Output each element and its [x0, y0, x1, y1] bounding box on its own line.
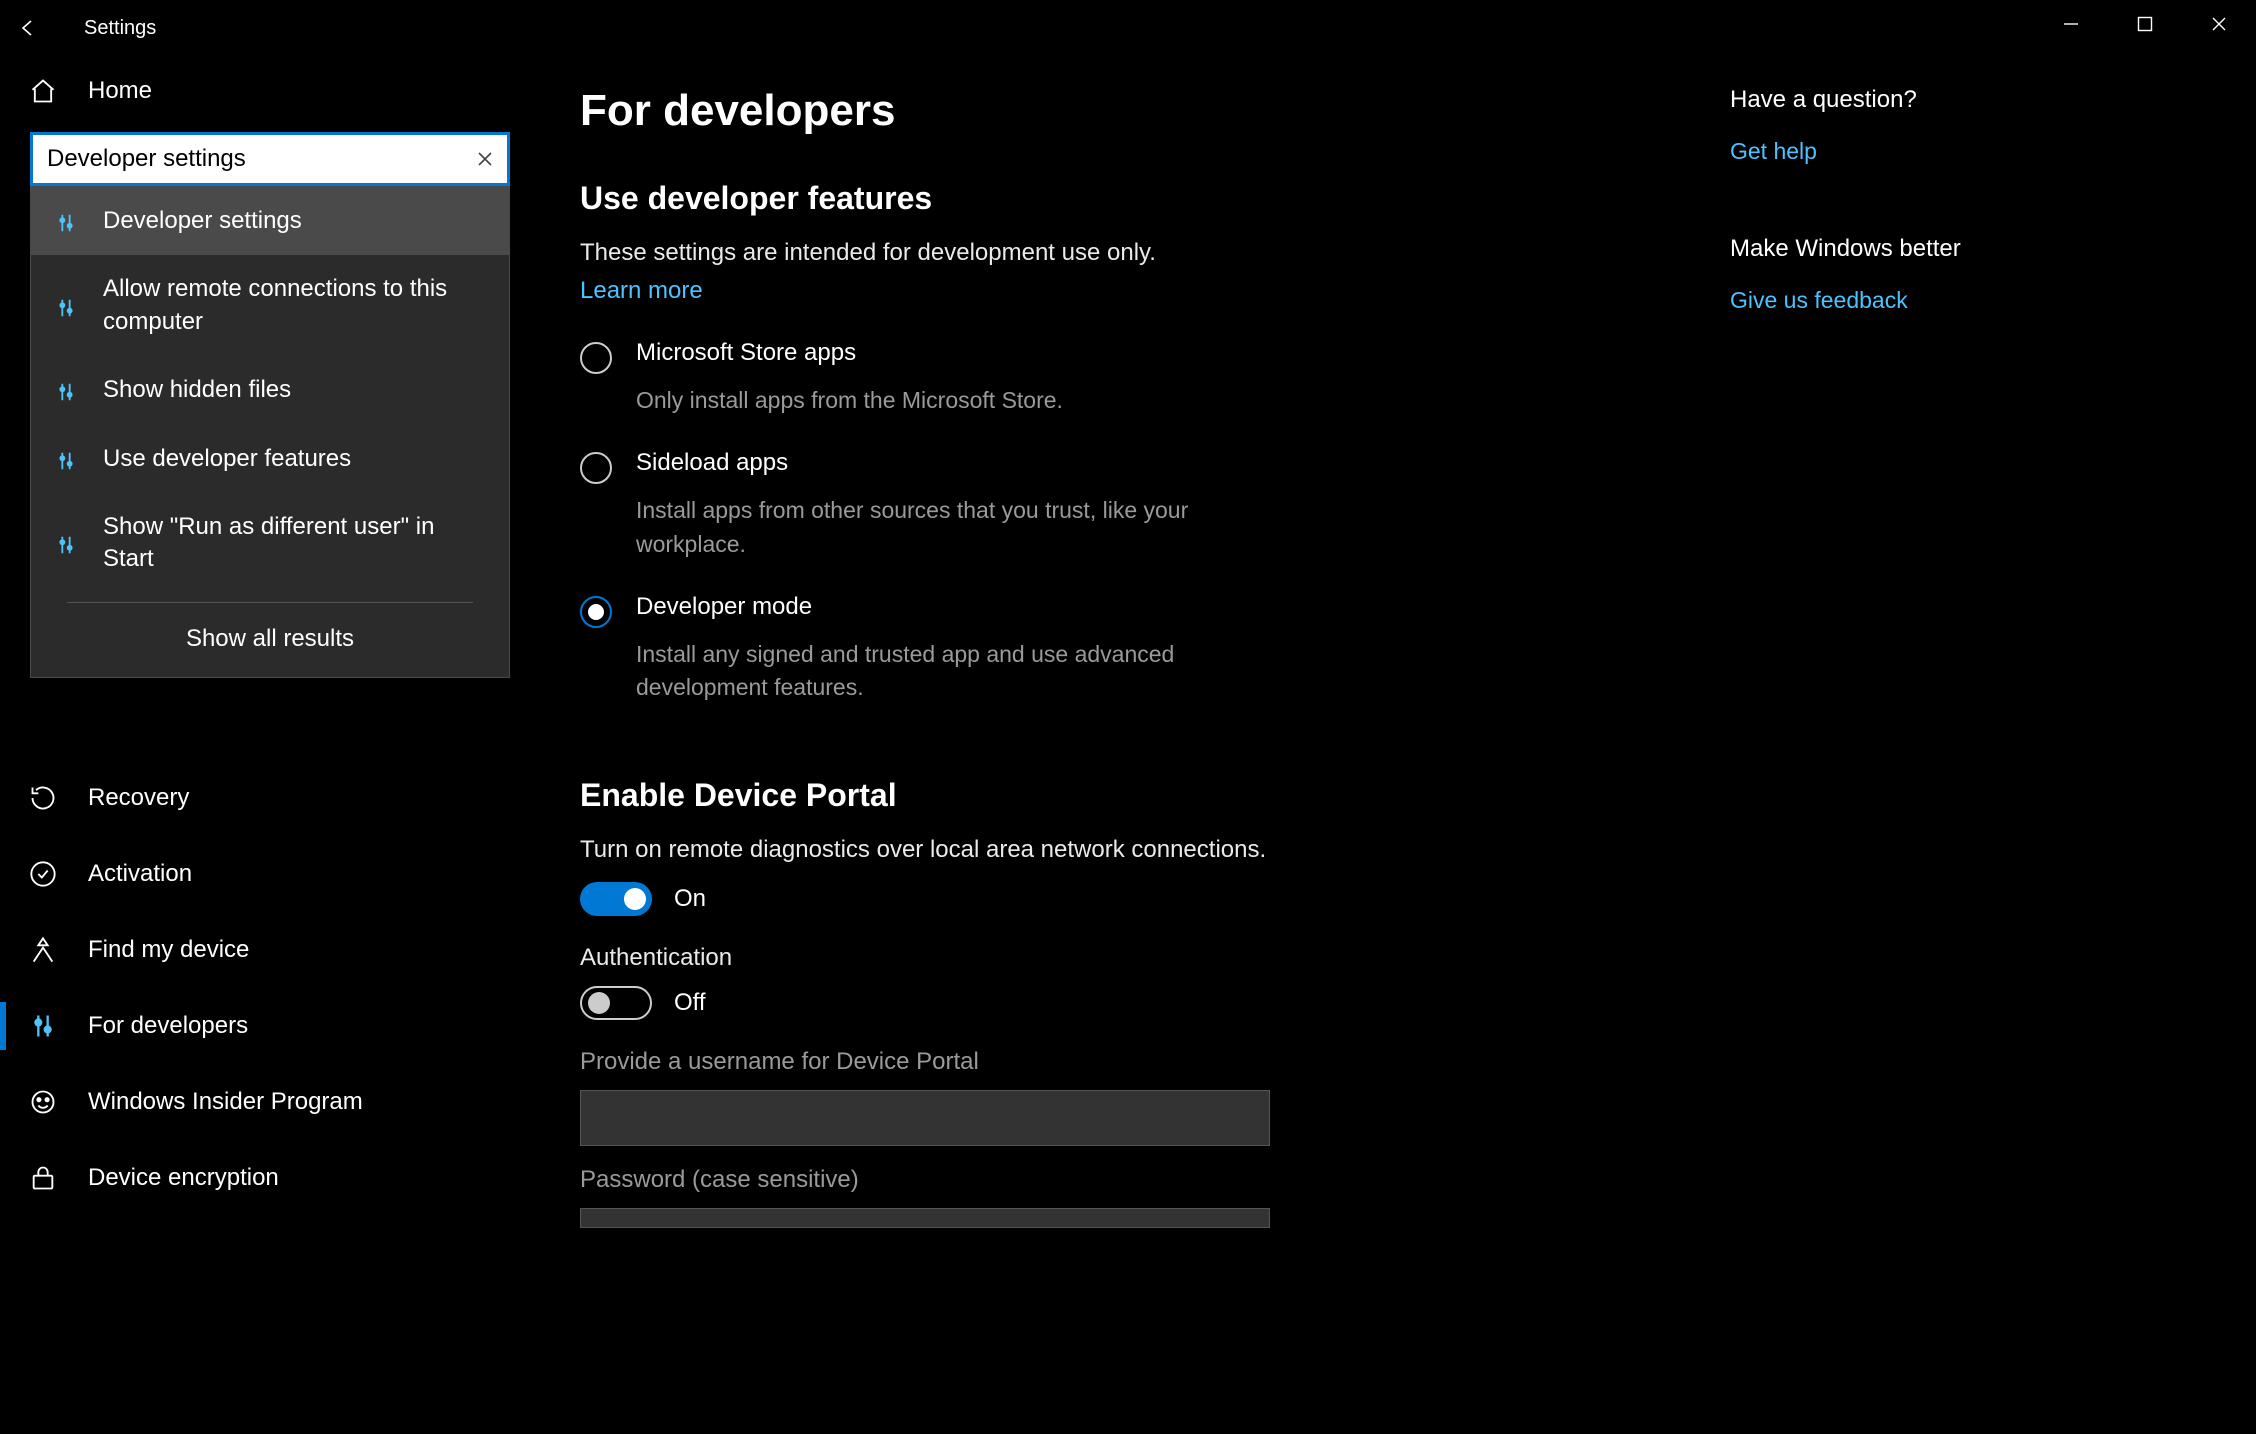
minimize-button[interactable]: [2034, 0, 2108, 48]
titlebar: Settings: [0, 0, 2256, 56]
password-label: Password (case sensitive): [580, 1166, 2196, 1194]
sidebar-item-device-encryption[interactable]: Device encryption: [0, 1140, 540, 1216]
developers-icon: [53, 208, 79, 234]
radio-description: Only install apps from the Microsoft Sto…: [636, 384, 1256, 417]
maximize-button[interactable]: [2108, 0, 2182, 48]
radio-icon: [580, 342, 612, 374]
radio-description: Install apps from other sources that you…: [636, 494, 1256, 561]
radio-label: Sideload apps: [636, 449, 788, 477]
close-button[interactable]: [2182, 0, 2256, 48]
main-content: For developers Use developer features Th…: [540, 56, 2256, 1434]
radio-description: Install any signed and trusted app and u…: [636, 638, 1256, 705]
section-description: Turn on remote diagnostics over local ar…: [580, 836, 2196, 864]
sidebar: Recovery Activation Find my device For d…: [0, 56, 540, 1434]
sidebar-item-label: For developers: [88, 1012, 248, 1040]
developers-icon: [53, 377, 79, 403]
search-result-label: Use developer features: [103, 443, 351, 475]
developers-icon: [28, 1011, 58, 1041]
device-portal-toggle[interactable]: [580, 882, 652, 916]
sidebar-item-recovery[interactable]: Recovery: [0, 760, 540, 836]
toggle-state: Off: [674, 989, 706, 1017]
radio-sideload[interactable]: Sideload apps: [580, 449, 2196, 484]
divider: [67, 602, 473, 603]
radio-label: Developer mode: [636, 593, 812, 621]
developers-icon: [53, 293, 79, 319]
search-result-label: Show "Run as different user" in Start: [103, 511, 487, 576]
sidebar-item-label: Windows Insider Program: [88, 1088, 363, 1116]
activation-icon: [28, 859, 58, 889]
get-help-link[interactable]: Get help: [1730, 138, 1817, 164]
radio-icon: [580, 596, 612, 628]
password-input[interactable]: [580, 1208, 1270, 1228]
search-result-label: Developer settings: [103, 205, 302, 237]
developers-icon: [53, 530, 79, 556]
sidebar-item-label: Activation: [88, 860, 192, 888]
search-results-dropdown: Developer settings Allow remote connecti…: [30, 186, 510, 678]
radio-label: Microsoft Store apps: [636, 339, 856, 367]
window-title: Settings: [84, 17, 156, 40]
sidebar-item-find-my-device[interactable]: Find my device: [0, 912, 540, 988]
search-result-item[interactable]: Show hidden files: [31, 356, 509, 424]
toggle-state: On: [674, 885, 706, 913]
help-heading: Have a question?: [1730, 86, 2150, 114]
search-result-label: Allow remote connections to this compute…: [103, 273, 487, 338]
clear-search-button[interactable]: [463, 135, 507, 183]
show-all-results[interactable]: Show all results: [31, 611, 509, 667]
search-result-item[interactable]: Show "Run as different user" in Start: [31, 493, 509, 594]
radio-icon: [580, 452, 612, 484]
search-result-label: Show hidden files: [103, 374, 291, 406]
search-result-item[interactable]: Developer settings: [31, 187, 509, 255]
sidebar-item-label: Find my device: [88, 936, 249, 964]
insider-icon: [28, 1087, 58, 1117]
sidebar-item-activation[interactable]: Activation: [0, 836, 540, 912]
sidebar-item-insider[interactable]: Windows Insider Program: [0, 1064, 540, 1140]
sidebar-item-for-developers[interactable]: For developers: [0, 988, 540, 1064]
section-title: Enable Device Portal: [580, 777, 2196, 814]
authentication-toggle[interactable]: [580, 986, 652, 1020]
learn-more-link[interactable]: Learn more: [580, 277, 703, 305]
username-input[interactable]: [580, 1090, 1270, 1146]
sidebar-item-label: Recovery: [88, 784, 189, 812]
feedback-link[interactable]: Give us feedback: [1730, 287, 1908, 313]
recovery-icon: [28, 783, 58, 813]
search-input[interactable]: [33, 145, 463, 173]
auth-label: Authentication: [580, 944, 2196, 972]
feedback-heading: Make Windows better: [1730, 235, 2150, 263]
search-result-item[interactable]: Use developer features: [31, 425, 509, 493]
radio-developer-mode[interactable]: Developer mode: [580, 593, 2196, 628]
search-box[interactable]: [30, 132, 510, 186]
help-panel: Have a question? Get help Make Windows b…: [1730, 86, 2150, 384]
sidebar-item-label: Device encryption: [88, 1164, 279, 1192]
username-label: Provide a username for Device Portal: [580, 1048, 2196, 1076]
encryption-icon: [28, 1163, 58, 1193]
search-result-item[interactable]: Allow remote connections to this compute…: [31, 255, 509, 356]
developers-icon: [53, 446, 79, 472]
find-my-device-icon: [28, 935, 58, 965]
back-button[interactable]: [0, 0, 56, 56]
